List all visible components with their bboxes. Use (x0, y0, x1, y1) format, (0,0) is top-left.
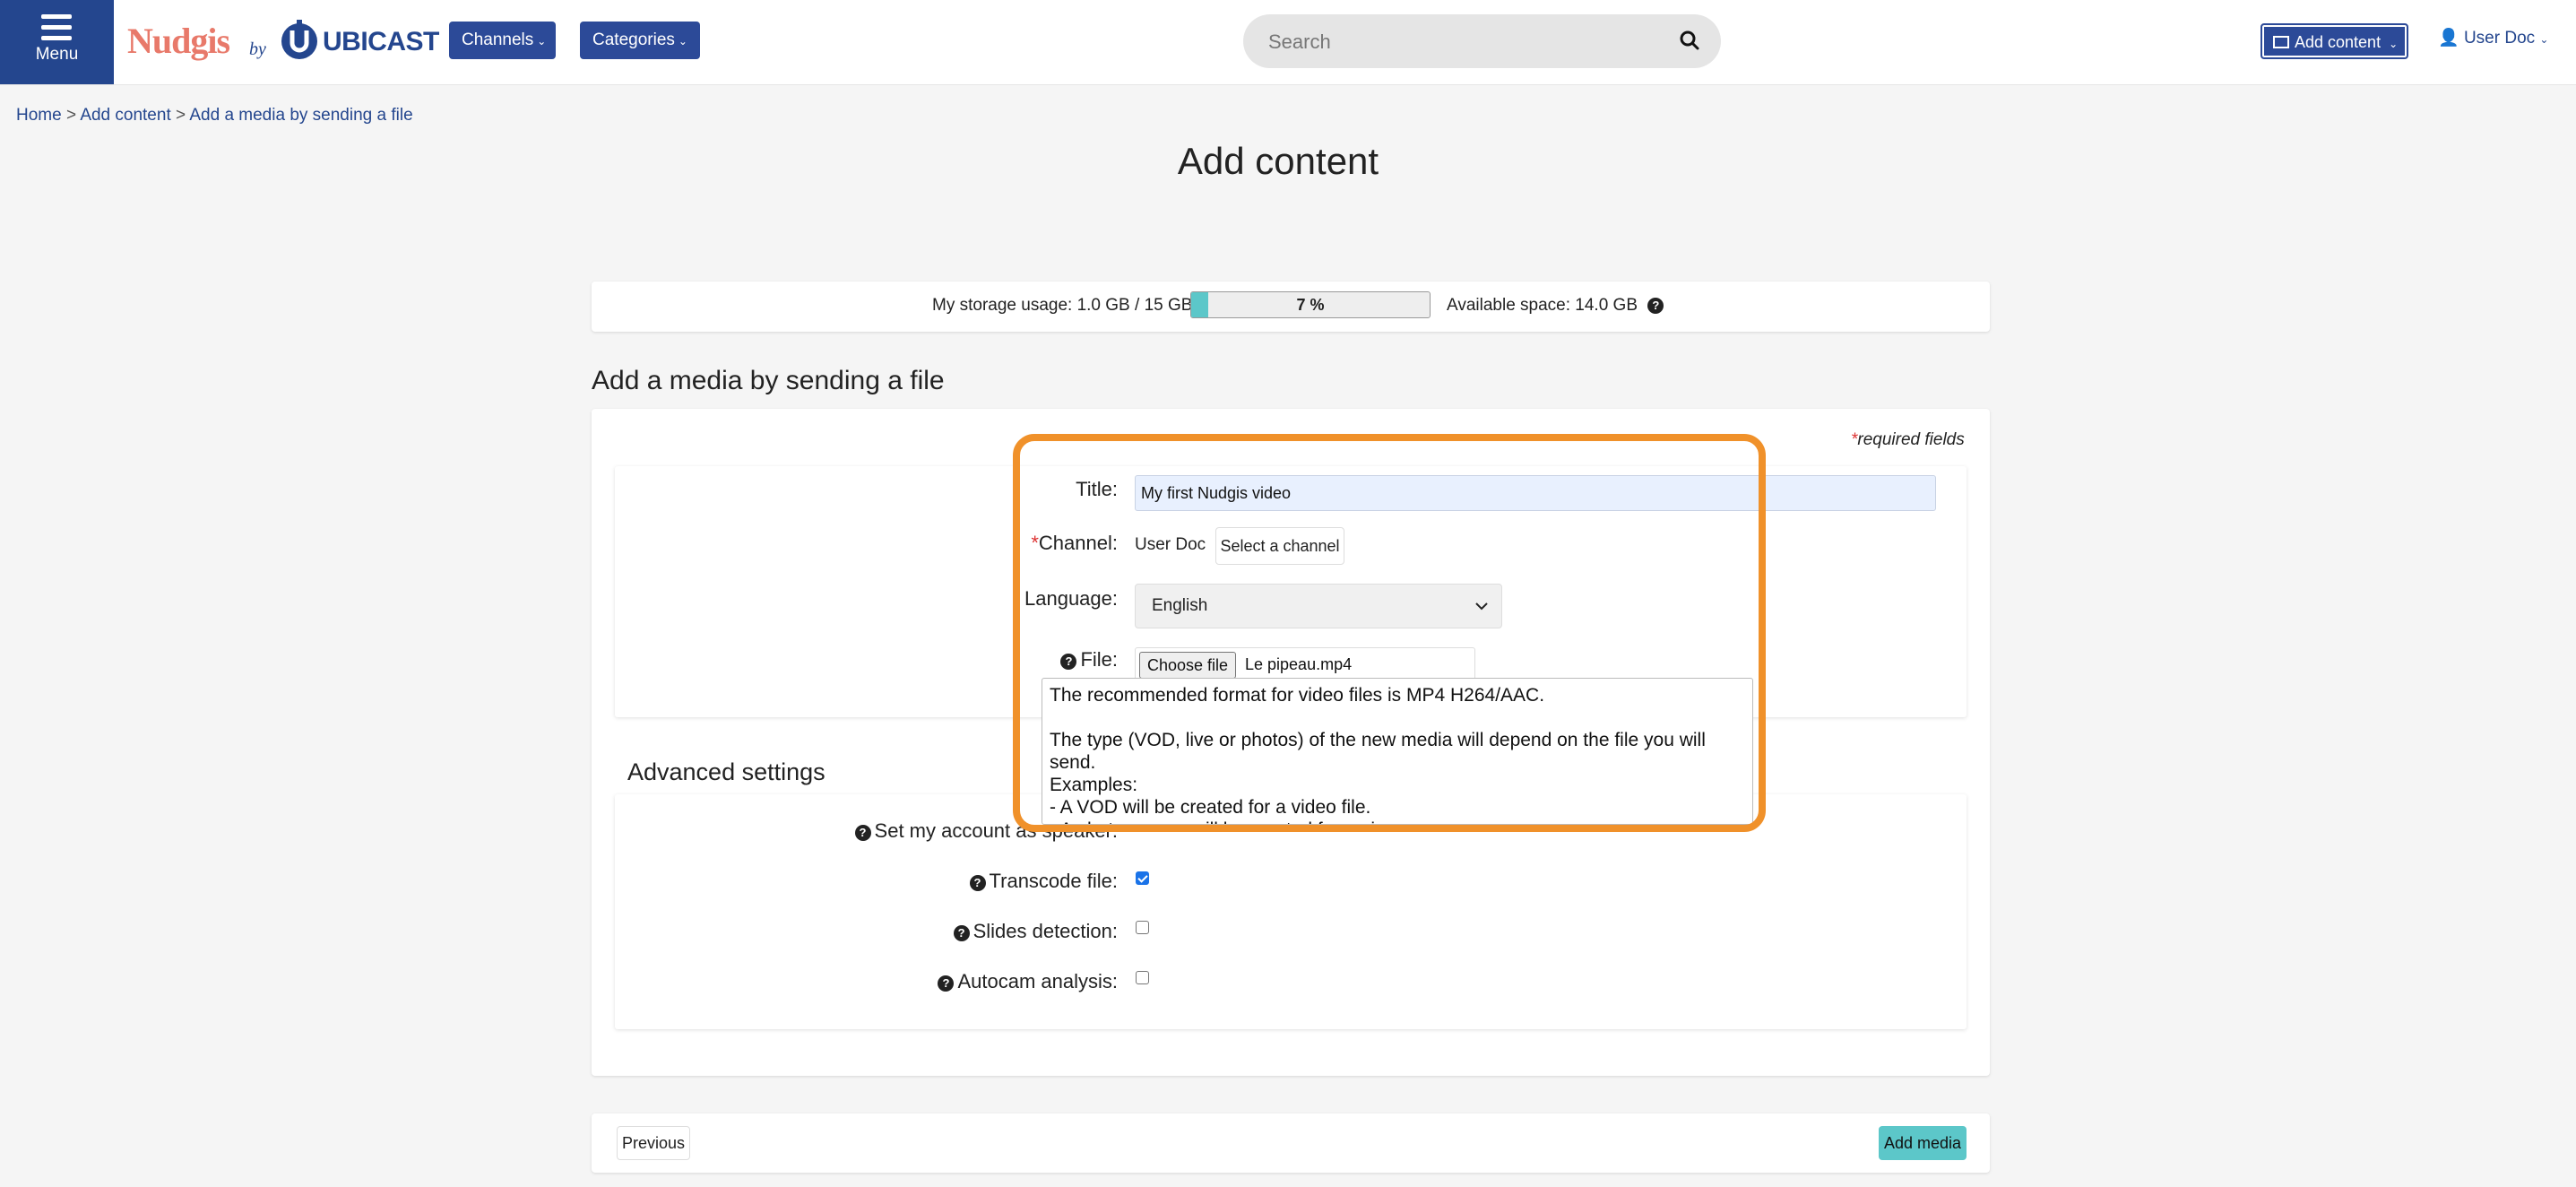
breadcrumb-separator: > (65, 106, 77, 125)
transcode-checkbox[interactable] (1136, 871, 1149, 885)
previous-button[interactable]: Previous (617, 1126, 690, 1160)
channels-dropdown[interactable]: Channels ⌄ (449, 22, 556, 59)
help-icon[interactable]: ? (1647, 298, 1664, 314)
language-select[interactable]: English (1135, 584, 1502, 628)
choose-file-button[interactable]: Choose file (1139, 652, 1237, 679)
transcode-label: ? Transcode file: (969, 870, 1118, 893)
ubicast-logo-icon (281, 20, 317, 59)
form-actions-bar: Previous Add media (592, 1113, 1990, 1173)
categories-dropdown[interactable]: Categories ⌄ (580, 22, 700, 59)
slides-detection-checkbox[interactable] (1136, 921, 1149, 934)
chevron-down-icon: ⌄ (2539, 33, 2549, 46)
help-icon[interactable]: ? (938, 975, 955, 992)
logo-by-text: by (249, 39, 266, 59)
autocam-label-text: Autocam analysis: (957, 970, 1118, 992)
tooltip-text: The recommended format for video files i… (1050, 685, 1706, 824)
help-icon[interactable]: ? (969, 875, 986, 891)
storage-panel: My storage usage: 1.0 GB / 15 GB 7 % Ava… (592, 282, 1990, 332)
transcode-label-text: Transcode file: (989, 870, 1118, 892)
title-label: Title: (1076, 478, 1118, 500)
chevron-down-icon: ⌄ (537, 35, 547, 48)
user-name: User Doc (2463, 29, 2536, 48)
breadcrumb-home[interactable]: Home (16, 106, 62, 125)
channel-value: User Doc (1135, 535, 1206, 554)
required-star: * (1031, 532, 1039, 554)
slides-detection-label-text: Slides detection: (972, 920, 1118, 942)
search-input[interactable] (1266, 25, 1664, 59)
language-label: Language: (1024, 587, 1118, 610)
nudgis-logo[interactable]: Nudgis (127, 20, 230, 62)
available-space-label: Available space: 14.0 GB (1447, 296, 1638, 315)
add-content-label: Add content (2295, 33, 2382, 51)
channel-label: *Channel: (1031, 532, 1118, 555)
storage-progress-bar: 7 % (1190, 291, 1431, 318)
form-section-title: Add a media by sending a file (592, 366, 945, 395)
user-menu[interactable]: 👤 User Doc ⌄ (2438, 27, 2548, 48)
chevron-down-icon: ⌄ (2389, 38, 2399, 50)
page-title: Add content (1177, 140, 1379, 182)
menu-button[interactable]: Menu (0, 0, 114, 84)
language-selected-value: English (1152, 596, 1208, 615)
add-media-button[interactable]: Add media (1879, 1126, 1967, 1160)
required-fields-note: *required fields (1851, 430, 1965, 450)
ubicast-logo-text: UBICAST (323, 27, 439, 56)
title-input[interactable]: My first Nudgis video (1135, 475, 1936, 511)
channels-label: Channels (462, 30, 534, 49)
file-format-tooltip: The recommended format for video files i… (1042, 678, 1753, 825)
user-icon: 👤 (2438, 29, 2459, 48)
menu-label: Menu (35, 45, 79, 64)
advanced-settings-card (615, 794, 1967, 1029)
file-label: ? File: (1060, 648, 1118, 671)
breadcrumb-add-content[interactable]: Add content (80, 106, 170, 125)
slides-detection-label: ? Slides detection: (953, 920, 1118, 943)
storage-progress-label: 7 % (1296, 296, 1325, 314)
available-space-text: Available space: 14.0 GB ? (1447, 296, 1664, 316)
search-icon[interactable] (1680, 30, 1699, 50)
required-note-text: required fields (1857, 430, 1965, 449)
autocam-label: ? Autocam analysis: (938, 970, 1118, 993)
autocam-checkbox[interactable] (1136, 971, 1149, 984)
select-channel-button[interactable]: Select a channel (1215, 527, 1344, 565)
top-header: Menu Nudgis by UBICAST Channels ⌄ Categor… (0, 0, 2576, 85)
selected-file-name: Le pipeau.mp4 (1245, 655, 1353, 673)
help-icon[interactable]: ? (854, 825, 871, 841)
film-icon (2273, 36, 2289, 48)
breadcrumb-separator: > (176, 106, 186, 125)
advanced-settings-title: Advanced settings (627, 758, 826, 785)
search-bar (1243, 14, 1721, 68)
help-icon[interactable]: ? (953, 925, 970, 941)
chevron-down-icon (1475, 602, 1488, 611)
file-label-text: File: (1080, 648, 1118, 671)
chevron-down-icon: ⌄ (678, 35, 687, 48)
breadcrumb: Home > Add content > Add a media by send… (16, 106, 413, 126)
channel-label-text: Channel: (1038, 532, 1118, 554)
help-icon[interactable]: ? (1060, 654, 1077, 670)
breadcrumb-current[interactable]: Add a media by sending a file (189, 106, 412, 125)
categories-label: Categories (592, 30, 675, 49)
add-content-button[interactable]: Add content ⌄ (2260, 23, 2408, 59)
storage-usage-text: My storage usage: 1.0 GB / 15 GB (932, 296, 1193, 315)
hamburger-icon (41, 14, 72, 41)
